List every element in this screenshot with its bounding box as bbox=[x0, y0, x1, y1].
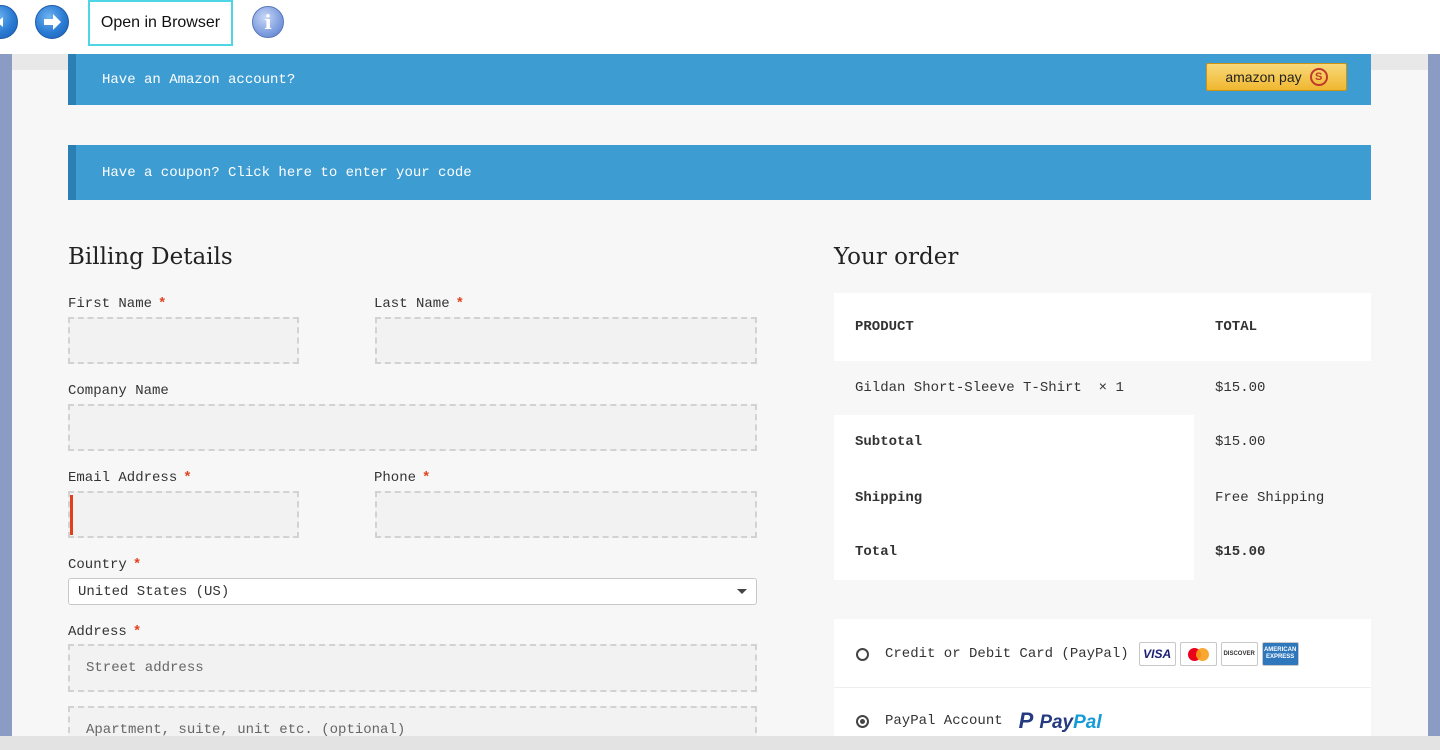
payment-option-card[interactable]: Credit or Debit Card (PayPal) VISA DISCO… bbox=[834, 641, 1371, 667]
last-name-label-text: Last Name bbox=[374, 296, 450, 312]
billing-title: Billing Details bbox=[68, 244, 233, 270]
back-arrow-icon[interactable] bbox=[0, 5, 18, 39]
visa-card-icon: VISA bbox=[1138, 642, 1176, 666]
country-select[interactable]: United States (US) bbox=[68, 578, 757, 605]
email-label: Email Address * bbox=[68, 470, 192, 486]
required-mark: * bbox=[132, 557, 142, 573]
country-label-text: Country bbox=[68, 557, 127, 573]
email-field[interactable] bbox=[68, 491, 299, 538]
address-label-text: Address bbox=[68, 624, 127, 640]
phone-label-text: Phone bbox=[374, 470, 417, 486]
payment-methods: Credit or Debit Card (PayPal) VISA DISCO… bbox=[834, 619, 1371, 750]
required-mark: * bbox=[455, 296, 465, 312]
first-name-field[interactable] bbox=[68, 317, 299, 364]
card-payment-label: Credit or Debit Card (PayPal) bbox=[885, 646, 1129, 662]
payment-option-paypal[interactable]: PayPal Account P PayPal bbox=[834, 708, 1371, 734]
total-label: Total bbox=[855, 544, 898, 560]
paypal-logo-pal: Pal bbox=[1073, 712, 1102, 733]
country-select-value: United States (US) bbox=[78, 583, 230, 600]
paypal-p-mark: P bbox=[1018, 708, 1034, 733]
required-mark: * bbox=[183, 470, 192, 486]
phone-label: Phone * bbox=[374, 470, 430, 486]
street-address-placeholder: Street address bbox=[86, 660, 204, 676]
coupon-notice[interactable]: Have a coupon? Click here to enter your … bbox=[68, 145, 1371, 200]
total-column-header: TOTAL bbox=[1215, 319, 1258, 335]
amex-card-icon: AMERICAN EXPRESS bbox=[1261, 642, 1299, 666]
chevron-down-icon bbox=[737, 589, 747, 594]
first-name-label-text: First Name bbox=[68, 296, 153, 312]
forward-arrow-icon[interactable] bbox=[35, 5, 69, 39]
coupon-link[interactable]: Have a coupon? Click here to enter your … bbox=[102, 165, 472, 181]
bottom-scroll-strip bbox=[0, 736, 1440, 750]
required-mark: * bbox=[422, 470, 431, 486]
checkout-page: Have an Amazon account? amazon pay S Hav… bbox=[12, 54, 1428, 750]
last-name-label: Last Name * bbox=[374, 296, 464, 312]
phone-field[interactable] bbox=[375, 491, 757, 538]
shipping-label: Shipping bbox=[855, 490, 923, 506]
paypal-logo-icon: P PayPal bbox=[1019, 708, 1102, 734]
payment-divider bbox=[834, 687, 1371, 688]
card-radio[interactable] bbox=[856, 647, 869, 661]
street-address-field[interactable]: Street address bbox=[68, 644, 757, 692]
order-title: Your order bbox=[834, 244, 959, 270]
amazon-account-notice: Have an Amazon account? amazon pay S bbox=[68, 54, 1371, 105]
order-item-total: $15.00 bbox=[1215, 380, 1266, 396]
paypal-radio[interactable] bbox=[856, 714, 869, 728]
mastercard-icon bbox=[1179, 642, 1217, 666]
subtotal-label: Subtotal bbox=[855, 434, 923, 450]
email-label-text: Email Address bbox=[68, 470, 178, 486]
subtotal-value: $15.00 bbox=[1215, 434, 1266, 450]
shipping-value: Free Shipping bbox=[1215, 490, 1325, 506]
order-header-row bbox=[834, 293, 1371, 361]
company-name-label: Company Name bbox=[68, 383, 169, 399]
discover-card-icon: DISCOVER bbox=[1220, 642, 1258, 666]
amazon-notice-text: Have an Amazon account? bbox=[102, 71, 296, 88]
paypal-payment-label: PayPal Account bbox=[885, 713, 1003, 729]
info-glyph: i bbox=[264, 10, 272, 34]
order-item-qty: × 1 bbox=[1098, 380, 1124, 396]
order-item-name-text: Gildan Short-Sleeve T-Shirt bbox=[855, 380, 1082, 396]
order-item-name: Gildan Short-Sleeve T-Shirt × 1 bbox=[855, 380, 1124, 396]
country-label: Country * bbox=[68, 557, 141, 573]
required-mark: * bbox=[158, 296, 167, 312]
paypal-logo-pay: Pay bbox=[1039, 712, 1074, 733]
first-name-label: First Name * bbox=[68, 296, 166, 312]
address-label: Address * bbox=[68, 624, 141, 640]
amazon-pay-label: amazon pay bbox=[1225, 69, 1302, 85]
amazon-pay-logo-icon: S bbox=[1309, 68, 1328, 86]
last-name-field[interactable] bbox=[375, 317, 757, 364]
amazon-pay-button[interactable]: amazon pay S bbox=[1206, 63, 1347, 91]
product-column-header: PRODUCT bbox=[855, 319, 914, 335]
open-in-browser-button[interactable]: Open in Browser bbox=[88, 0, 233, 46]
top-toolbar: Open in Browser i bbox=[0, 0, 1440, 54]
info-icon[interactable]: i bbox=[252, 6, 284, 38]
total-value: $15.00 bbox=[1215, 544, 1266, 560]
company-name-field[interactable] bbox=[68, 404, 757, 451]
required-mark: * bbox=[132, 624, 142, 640]
